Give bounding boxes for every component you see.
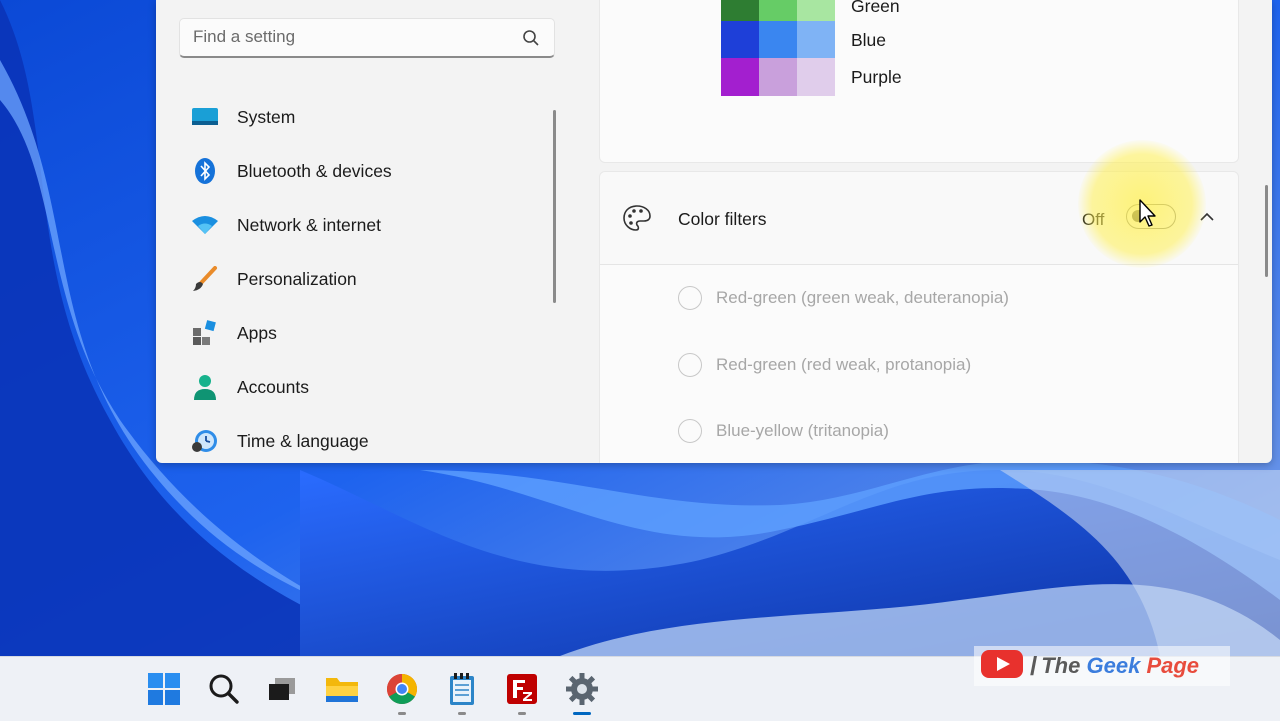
color-filters-title: Color filters <box>678 209 767 229</box>
search-icon[interactable] <box>522 29 540 52</box>
system-icon <box>190 102 220 132</box>
sidebar-item-bluetooth[interactable]: Bluetooth & devices <box>178 144 558 198</box>
running-indicator <box>398 712 406 715</box>
radio-button[interactable] <box>678 419 702 443</box>
person-icon <box>190 372 220 402</box>
radio-deuteranopia[interactable]: Red-green (green weak, deuteranopia) <box>678 286 1009 310</box>
swatch-cell <box>721 21 759 59</box>
watermark-the: The <box>1041 653 1081 678</box>
start-icon[interactable] <box>144 669 184 709</box>
color-filters-toggle[interactable] <box>1126 204 1176 229</box>
swatch-cell <box>721 58 759 96</box>
watermark-text: The Geek Page <box>1041 653 1199 679</box>
watermark: / The Geek Page <box>974 646 1230 686</box>
settings-icon[interactable] <box>558 665 606 715</box>
bluetooth-icon <box>190 156 220 186</box>
watermark-slash: / <box>1030 650 1038 681</box>
color-filters-card: Color filters Off Red-green (green weak,… <box>599 171 1239 463</box>
sidebar-item-label: Apps <box>237 322 277 343</box>
file-explorer-icon[interactable] <box>322 669 362 709</box>
sidebar-item-label: Network & internet <box>237 214 381 235</box>
task-view-icon[interactable] <box>262 669 302 709</box>
color-filters-header[interactable]: Color filters Off <box>600 172 1238 265</box>
radio-button[interactable] <box>678 286 702 310</box>
sidebar-item-label: Personalization <box>237 268 357 289</box>
sidebar-item-apps[interactable]: Apps <box>178 306 558 360</box>
swatch-label: Green <box>851 0 900 16</box>
toggle-state-label: Off <box>1082 210 1105 229</box>
running-indicator <box>518 712 526 715</box>
sidebar-item-label: Accounts <box>237 376 309 397</box>
radio-tritanopia[interactable]: Blue-yellow (tritanopia) <box>678 419 889 443</box>
sidebar-nav: System Bluetooth & devices Network & int… <box>178 90 558 463</box>
sidebar-item-time-language[interactable]: Time & language <box>178 414 558 463</box>
swatch-cell <box>797 21 835 59</box>
settings-window: System Bluetooth & devices Network & int… <box>156 0 1272 463</box>
swatch-row-blue: Blue <box>721 21 886 59</box>
watermark-page: Page <box>1146 653 1200 678</box>
notepad-icon[interactable] <box>442 669 482 715</box>
sidebar-item-system[interactable]: System <box>178 90 558 144</box>
chrome-icon[interactable] <box>382 669 422 715</box>
apps-icon <box>190 318 220 348</box>
radio-protanopia[interactable]: Red-green (red weak, protanopia) <box>678 353 971 377</box>
filezilla-icon[interactable] <box>502 669 542 715</box>
swatch-cell <box>759 58 797 96</box>
sidebar-item-personalization[interactable]: Personalization <box>178 252 558 306</box>
swatch-label: Blue <box>851 29 887 50</box>
radio-label: Red-green (green weak, deuteranopia) <box>716 288 1009 307</box>
radio-label: Red-green (red weak, protanopia) <box>716 355 972 374</box>
content-scrollbar[interactable] <box>1265 185 1268 277</box>
sidebar-item-label: Time & language <box>237 430 369 451</box>
watermark-geek: Geek <box>1086 653 1141 678</box>
color-sample-card: Green Blue Purple <box>599 0 1239 163</box>
search-input[interactable] <box>180 19 513 55</box>
sidebar-scrollbar[interactable] <box>553 110 556 303</box>
toggle-knob <box>1132 210 1144 222</box>
active-indicator <box>573 712 591 715</box>
chevron-up-icon[interactable] <box>1199 210 1215 228</box>
radio-label: Blue-yellow (tritanopia) <box>716 421 889 440</box>
search-box[interactable] <box>179 18 555 58</box>
swatch-cell <box>759 21 797 59</box>
taskbar-search-icon[interactable] <box>204 669 244 709</box>
swatch-label: Purple <box>851 66 902 87</box>
sidebar-item-accounts[interactable]: Accounts <box>178 360 558 414</box>
sidebar-item-network[interactable]: Network & internet <box>178 198 558 252</box>
wifi-icon <box>190 210 220 240</box>
running-indicator <box>458 712 466 715</box>
youtube-logo-icon <box>980 649 1024 684</box>
palette-icon <box>622 204 652 237</box>
brush-icon <box>190 264 220 294</box>
sidebar-item-label: Bluetooth & devices <box>237 160 392 181</box>
sidebar-item-label: System <box>237 106 296 127</box>
radio-button[interactable] <box>678 353 702 377</box>
swatch-cell <box>797 58 835 96</box>
swatch-row-purple: Purple <box>721 58 902 96</box>
clock-globe-icon <box>190 426 220 456</box>
